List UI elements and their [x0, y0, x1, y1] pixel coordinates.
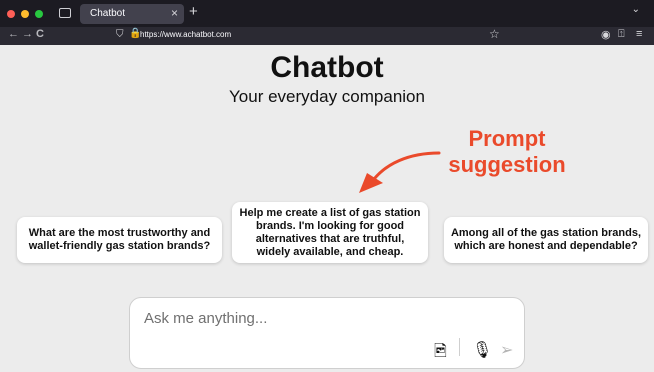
tab-chatbot[interactable]: Chatbot × — [80, 4, 184, 24]
close-window-button[interactable] — [7, 10, 15, 18]
account-icon[interactable]: ◉ — [601, 28, 611, 41]
menu-icon[interactable]: ≡ — [636, 28, 642, 40]
microphone-icon[interactable]: 🎙 — [472, 340, 492, 360]
list-tabs-icon[interactable]: ⌄ — [632, 4, 640, 15]
suggestion-card-1[interactable]: What are the most trustworthy and wallet… — [17, 217, 222, 263]
suggestion-card-3[interactable]: Among all of the gas station brands, whi… — [444, 217, 648, 263]
page-content: Chatbot Your everyday companion Prompt s… — [0, 45, 654, 372]
tab-title: Chatbot — [90, 8, 126, 19]
minimize-window-button[interactable] — [21, 10, 29, 18]
shield-icon[interactable]: ⛉ — [116, 29, 124, 40]
chat-input-box[interactable]: Ask me anything... 🖻 🎙 ➢ — [129, 297, 525, 369]
page-subtitle: Your everyday companion — [229, 87, 425, 106]
suggestion-card-2[interactable]: Help me create a list of gas station bra… — [232, 202, 428, 263]
tab-overview-icon[interactable] — [59, 8, 71, 18]
maximize-window-button[interactable] — [35, 10, 43, 18]
reload-icon[interactable]: C — [36, 28, 44, 40]
chat-input-placeholder[interactable]: Ask me anything... — [144, 310, 267, 327]
browser-title-bar: Chatbot × + ⌄ — [0, 0, 654, 27]
forward-arrow-icon[interactable]: → — [22, 28, 33, 40]
annotation-arrow — [359, 151, 441, 193]
tab-close-icon[interactable]: × — [171, 6, 178, 20]
annotation-label: Prompt suggestion — [448, 126, 566, 177]
back-arrow-icon[interactable]: ← — [8, 28, 19, 40]
add-image-icon[interactable]: 🖻 — [434, 340, 447, 367]
url-bar[interactable]: https://www.achatbot.com — [140, 30, 231, 39]
chat-icon-divider — [459, 338, 460, 356]
browser-nav-bar: ← → C ⛉ 🔒 https://www.achatbot.com ☆ ◉ ⍐… — [0, 27, 654, 45]
page-title: Chatbot — [270, 51, 384, 84]
extensions-icon[interactable]: ⍐ — [618, 28, 625, 41]
new-tab-button[interactable]: + — [189, 3, 198, 20]
bookmark-star-icon[interactable]: ☆ — [489, 27, 500, 41]
send-icon[interactable]: ➢ — [500, 340, 513, 360]
